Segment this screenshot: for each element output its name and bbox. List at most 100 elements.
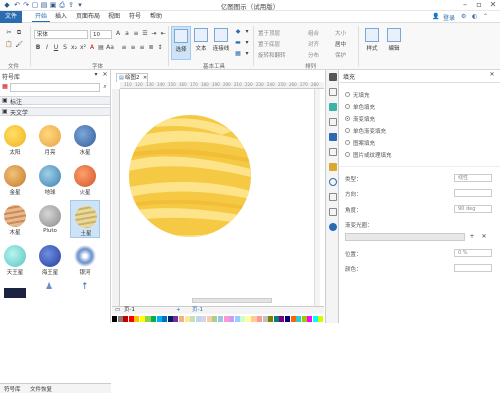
menu-file[interactable]: 文件: [0, 11, 22, 23]
color-swatch[interactable]: [284, 316, 291, 322]
color-swatch[interactable]: [257, 316, 263, 322]
color-swatch[interactable]: [178, 316, 185, 322]
edit-button[interactable]: 编辑: [384, 26, 404, 60]
text-button[interactable]: 文本: [191, 26, 211, 60]
library-item-neptune[interactable]: 海王星: [35, 242, 65, 276]
help-icon[interactable]: [329, 223, 337, 231]
format-painter-icon[interactable]: 🖌: [15, 41, 23, 49]
data-panel-icon[interactable]: [329, 163, 337, 171]
library-item-sun[interactable]: 太阳: [0, 122, 30, 156]
color-swatch[interactable]: [312, 316, 318, 322]
bring-to-front-command[interactable]: 置于顶层: [258, 29, 280, 37]
find-icon[interactable]: [329, 208, 337, 216]
dropdown-icon[interactable]: ▾: [243, 50, 251, 58]
drawing-page[interactable]: [122, 91, 320, 313]
color-swatch[interactable]: [173, 316, 179, 322]
radio-pattern-fill[interactable]: [345, 140, 350, 145]
color-select[interactable]: [454, 264, 492, 272]
page-select[interactable]: 页-1: [124, 307, 135, 314]
direction-select[interactable]: [454, 189, 492, 197]
library-item-mars[interactable]: 火星: [70, 162, 100, 196]
color-swatch[interactable]: [245, 316, 251, 322]
dropdown-icon[interactable]: ▾: [243, 39, 251, 47]
subscript-icon[interactable]: x₂: [70, 44, 78, 52]
dropdown-icon[interactable]: ▾: [243, 28, 251, 36]
group-command[interactable]: 组合: [308, 29, 319, 37]
library-item-uranus[interactable]: 天王星: [0, 242, 30, 276]
gradient-stops-bar[interactable]: [345, 233, 465, 241]
color-swatch[interactable]: [234, 316, 240, 322]
color-swatch[interactable]: [229, 316, 235, 322]
cut-icon[interactable]: ✂: [5, 29, 13, 37]
shadow-icon[interactable]: ▦: [234, 50, 242, 58]
list-icon[interactable]: ☰: [141, 30, 149, 38]
font-color-icon[interactable]: A: [88, 44, 96, 52]
menu-start[interactable]: 开始: [32, 12, 51, 22]
color-swatch[interactable]: [190, 316, 196, 322]
search-icon[interactable]: ⌕: [101, 83, 109, 91]
user-icon[interactable]: 👤: [432, 13, 439, 20]
library-item-moon[interactable]: 月亮: [35, 122, 65, 156]
select-button[interactable]: 选择: [171, 26, 191, 60]
position-input[interactable]: 0 %: [454, 249, 492, 257]
library-menu-icon[interactable]: ▦: [1, 83, 9, 91]
close-icon[interactable]: ✕: [486, 0, 500, 10]
close-tab-icon[interactable]: ✕: [143, 74, 147, 82]
pin-icon[interactable]: ▾: [92, 71, 100, 79]
close-panel-icon[interactable]: ✕: [488, 71, 496, 79]
text-align-center-icon[interactable]: ≡: [129, 44, 137, 52]
italic-icon[interactable]: I: [43, 44, 51, 52]
color-swatch[interactable]: [156, 316, 162, 322]
menu-page-layout[interactable]: 页面布局: [73, 12, 103, 22]
astronaut-icon[interactable]: ♟: [45, 282, 53, 298]
comment-icon[interactable]: [329, 193, 337, 201]
color-swatch[interactable]: [184, 316, 190, 322]
color-swatch[interactable]: [151, 316, 157, 322]
section-callouts[interactable]: ▣ 标注: [0, 96, 110, 106]
add-stop-icon[interactable]: +: [468, 233, 476, 241]
align-command[interactable]: 对齐: [308, 40, 319, 48]
attachment-panel-icon[interactable]: [329, 148, 337, 156]
library-item-mercury[interactable]: 水星: [70, 122, 100, 156]
connector-button[interactable]: 连接线: [210, 26, 232, 60]
section-astronomy[interactable]: ▣ 天文学: [0, 107, 110, 117]
color-swatch[interactable]: [240, 316, 246, 322]
settings-icon[interactable]: ⚙: [461, 13, 466, 20]
collapse-ribbon-icon[interactable]: ⌃: [483, 13, 488, 20]
style-button[interactable]: 样式: [362, 26, 382, 60]
color-swatch[interactable]: [296, 316, 302, 322]
indent-icon[interactable]: ⇥: [150, 30, 158, 38]
maximize-icon[interactable]: ▫: [472, 0, 486, 10]
skin-icon[interactable]: ◐: [472, 13, 477, 20]
color-swatch[interactable]: [112, 316, 118, 322]
color-swatch[interactable]: [262, 316, 268, 322]
outdent-icon[interactable]: ⇤: [159, 30, 167, 38]
tab-file-recovery[interactable]: 文件恢复: [30, 385, 52, 393]
line-icon[interactable]: ▬: [234, 39, 242, 47]
add-page-icon[interactable]: +: [176, 307, 181, 314]
strikethrough-icon[interactable]: S: [61, 44, 69, 52]
radio-solid-fill[interactable]: [345, 104, 350, 109]
protect-command[interactable]: 保护: [335, 51, 346, 59]
color-swatch[interactable]: [123, 316, 129, 322]
fill-icon[interactable]: ◆: [234, 28, 242, 36]
page-nav-icon[interactable]: ▭: [115, 307, 120, 314]
highlight-icon[interactable]: ▤: [97, 44, 105, 52]
angle-input[interactable]: 90 deg: [454, 205, 492, 213]
paste-icon[interactable]: 📋: [5, 41, 13, 49]
radio-single-gradient-fill[interactable]: [345, 128, 350, 133]
color-swatch[interactable]: [218, 316, 224, 322]
line-panel-icon[interactable]: [329, 88, 337, 96]
navigator-icon[interactable]: [329, 178, 337, 186]
menu-symbols[interactable]: 符号: [126, 12, 144, 22]
image-panel-icon[interactable]: [329, 118, 337, 126]
shadow-panel-icon[interactable]: [329, 103, 337, 111]
superscript-icon[interactable]: x²: [79, 44, 87, 52]
planet-shape[interactable]: [122, 91, 320, 313]
text-align-right-icon[interactable]: ≡: [138, 44, 146, 52]
color-swatch[interactable]: [301, 316, 307, 322]
tab-symbol-library[interactable]: 符号库: [4, 385, 21, 393]
close-panel-icon[interactable]: ✕: [101, 71, 109, 79]
line-spacing-icon[interactable]: ↕: [156, 44, 164, 52]
remove-stop-icon[interactable]: ✕: [480, 233, 488, 241]
